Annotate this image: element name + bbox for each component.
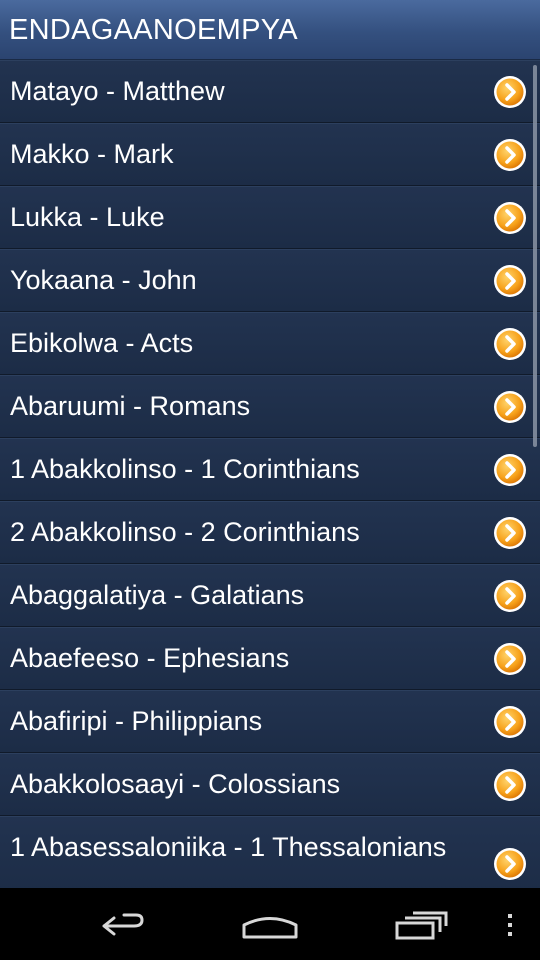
list-item[interactable]: Abaefeeso - Ephesians [0, 627, 540, 690]
list-item-label: 2 Abakkolinso - 2 Corinthians [10, 517, 360, 547]
book-list[interactable]: Matayo - Matthew Makko - Mark Lukka - Luke… [0, 60, 540, 888]
recent-apps-icon [395, 911, 448, 940]
title-bar: ENDAGAANOEMPYA [0, 0, 540, 60]
recent-apps-button[interactable] [380, 888, 460, 960]
chevron-right-circle-icon[interactable] [493, 327, 527, 361]
chevron-right-circle-icon[interactable] [493, 264, 527, 298]
list-item[interactable]: Abakkolosaayi - Colossians [0, 753, 540, 816]
list-item-label: Makko - Mark [10, 139, 174, 169]
list-item-label: Abakkolosaayi - Colossians [10, 769, 341, 799]
chevron-right-circle-icon[interactable] [493, 138, 527, 172]
chevron-right-circle-icon[interactable] [493, 75, 527, 109]
list-item-label: Abafiripi - Philippians [10, 706, 263, 736]
list-item-label: 1 Abakkolinso - 1 Corinthians [10, 454, 360, 484]
list-item-label: Matayo - Matthew [10, 76, 225, 106]
back-button[interactable] [80, 888, 160, 960]
overflow-menu-icon [508, 914, 512, 936]
list-item[interactable]: Abaggalatiya - Galatians [0, 564, 540, 627]
list-item-label: Yokaana - John [10, 265, 197, 295]
chevron-right-circle-icon[interactable] [493, 516, 527, 550]
chevron-right-circle-icon[interactable] [493, 453, 527, 487]
chevron-right-circle-icon[interactable] [493, 847, 527, 881]
list-item[interactable]: Makko - Mark [0, 123, 540, 186]
list-item-label: Abaruumi - Romans [10, 391, 251, 421]
overflow-menu-button[interactable] [495, 888, 525, 960]
list-item-label: Lukka - Luke [10, 202, 165, 232]
chevron-right-circle-icon[interactable] [493, 201, 527, 235]
home-icon [242, 917, 298, 939]
list-item[interactable]: 1 Abasessaloniika - 1 Thessalonians [0, 816, 540, 888]
app-title: ENDAGAANOEMPYA [9, 14, 298, 46]
home-button[interactable] [230, 888, 310, 960]
navigation-bar [0, 888, 540, 960]
chevron-right-circle-icon[interactable] [493, 579, 527, 613]
chevron-right-circle-icon[interactable] [493, 390, 527, 424]
list-item[interactable]: Lukka - Luke [0, 186, 540, 249]
chevron-right-circle-icon[interactable] [493, 642, 527, 676]
chevron-right-circle-icon[interactable] [493, 768, 527, 802]
list-item-label: Abaggalatiya - Galatians [10, 580, 305, 610]
list-item[interactable]: Abafiripi - Philippians [0, 690, 540, 753]
list-item[interactable]: 1 Abakkolinso - 1 Corinthians [0, 438, 540, 501]
list-item[interactable]: Matayo - Matthew [0, 60, 540, 123]
list-item[interactable]: Yokaana - John [0, 249, 540, 312]
list-item[interactable]: Ebikolwa - Acts [0, 312, 540, 375]
list-item-label: Abaefeeso - Ephesians [10, 643, 290, 673]
list-item[interactable]: 2 Abakkolinso - 2 Corinthians [0, 501, 540, 564]
list-item[interactable]: Abaruumi - Romans [0, 375, 540, 438]
chevron-right-circle-icon[interactable] [493, 705, 527, 739]
list-item-label: Ebikolwa - Acts [10, 328, 194, 358]
scrollbar[interactable] [533, 65, 537, 447]
back-icon [102, 913, 144, 936]
screen: ENDAGAANOEMPYA Matayo - Matthew Makko - M… [0, 0, 540, 960]
list-item-label: 1 Abasessaloniika - 1 Thessalonians [10, 832, 447, 862]
